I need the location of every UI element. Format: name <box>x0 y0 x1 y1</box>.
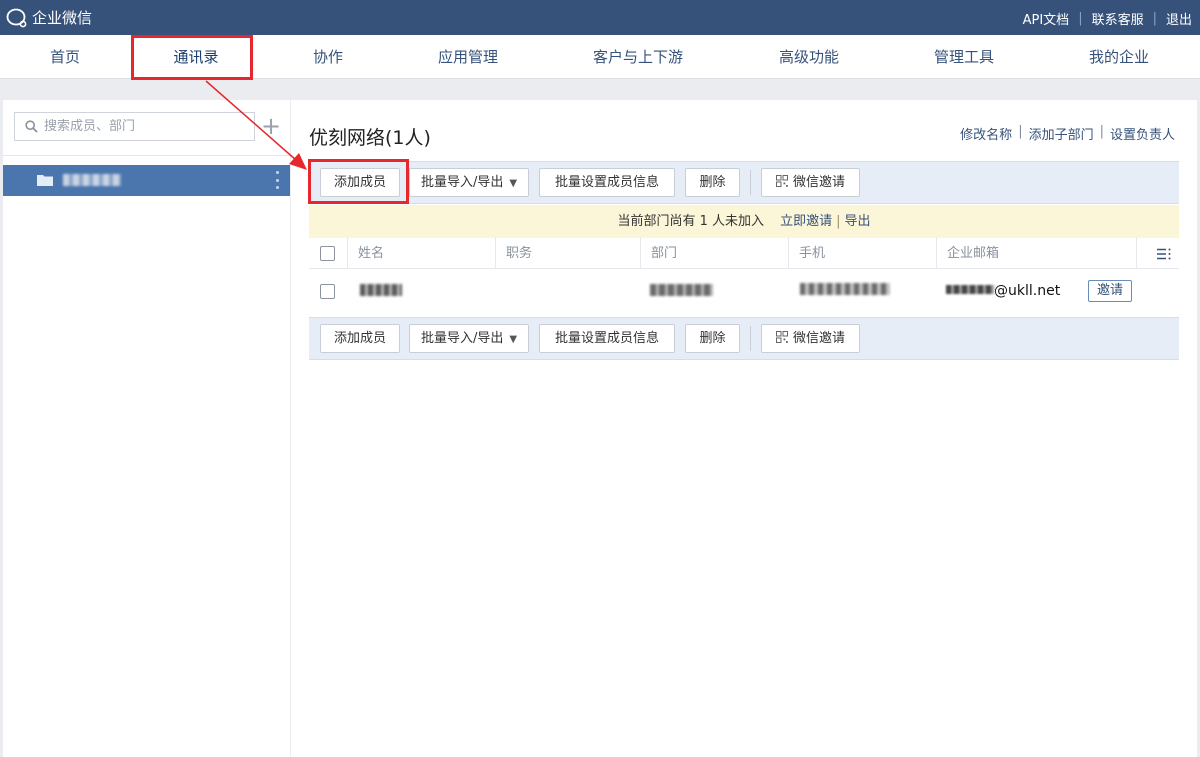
table-row[interactable]: @ukll.net 邀请 <box>309 269 1179 317</box>
nav-my-company[interactable]: 我的企业 <box>1089 35 1149 79</box>
pending-join-notice: 当前部门尚有 1 人未加入 立即邀请 | 导出 <box>309 205 1179 238</box>
top-bar: 企业微信 API文档 | 联系客服 | 退出 <box>0 0 1200 35</box>
wechat-invite-button[interactable]: 微信邀请 <box>761 324 860 353</box>
column-name[interactable]: 姓名 <box>347 238 495 269</box>
column-title[interactable]: 职务 <box>495 238 640 269</box>
top-link-separator: | <box>1078 11 1083 26</box>
nav-admin-tools[interactable]: 管理工具 <box>934 35 994 79</box>
row-checkbox[interactable] <box>320 284 335 299</box>
nav-collaboration[interactable]: 协作 <box>313 35 343 79</box>
member-name-redacted <box>360 284 402 296</box>
invite-button[interactable]: 邀请 <box>1088 280 1132 302</box>
notice-text: 当前部门尚有 1 人未加入 <box>617 214 764 229</box>
more-options-icon[interactable] <box>276 171 280 189</box>
batch-import-export-button[interactable]: 批量导入/导出 ▼ <box>409 324 529 353</box>
top-links: API文档 | 联系客服 | 退出 <box>1023 9 1192 28</box>
column-settings-icon[interactable] <box>1157 248 1171 260</box>
wechat-invite-label: 微信邀请 <box>792 175 845 190</box>
wecom-logo-icon <box>6 8 27 27</box>
nav-app-management[interactable]: 应用管理 <box>438 35 498 79</box>
department-name-redacted <box>63 174 121 186</box>
rename-link[interactable]: 修改名称 <box>960 124 1012 143</box>
api-docs-link[interactable]: API文档 <box>1023 9 1070 28</box>
wechat-invite-label: 微信邀请 <box>792 331 845 346</box>
nav-customers[interactable]: 客户与上下游 <box>593 35 683 79</box>
top-link-separator: | <box>1152 11 1157 26</box>
toolbar-separator <box>750 326 751 351</box>
delete-button[interactable]: 删除 <box>685 168 740 197</box>
select-all-checkbox[interactable] <box>320 246 335 261</box>
batch-set-info-button[interactable]: 批量设置成员信息 <box>539 168 675 197</box>
caret-down-icon: ▼ <box>509 178 518 189</box>
email-domain: @ukll.net <box>994 283 1061 299</box>
logout-link[interactable]: 退出 <box>1166 9 1192 28</box>
qr-code-icon <box>775 331 788 343</box>
toolbar-separator <box>750 170 751 195</box>
column-phone[interactable]: 手机 <box>788 238 936 269</box>
email-user-redacted <box>946 285 994 294</box>
main-content: 优刻网络(1人) 修改名称 | 添加子部门 | 设置负责人 添加成员 批量导入/… <box>291 100 1197 757</box>
action-separator: | <box>1099 124 1104 139</box>
member-toolbar-bottom: 添加成员 批量导入/导出 ▼ 批量设置成员信息 删除 微信邀请 <box>309 317 1179 360</box>
nav-home[interactable]: 首页 <box>50 35 80 79</box>
export-link[interactable]: 导出 <box>845 214 871 229</box>
plus-icon[interactable]: + <box>261 114 281 138</box>
department-actions: 修改名称 | 添加子部门 | 设置负责人 <box>960 124 1175 143</box>
contacts-tab-highlight <box>131 35 253 80</box>
member-toolbar-top: 添加成员 批量导入/导出 ▼ 批量设置成员信息 删除 微信邀请 <box>309 161 1179 204</box>
member-email: @ukll.net <box>946 283 1060 299</box>
sidebar: + <box>3 100 290 757</box>
batch-import-export-label: 批量导入/导出 <box>420 331 504 346</box>
search-icon <box>25 120 38 133</box>
member-phone-redacted <box>800 283 890 295</box>
nav-advanced[interactable]: 高级功能 <box>779 35 839 79</box>
page-title: 优刻网络(1人) <box>309 127 431 149</box>
folder-icon <box>37 175 53 186</box>
action-separator: | <box>1018 124 1023 139</box>
sidebar-divider <box>3 155 290 156</box>
column-department[interactable]: 部门 <box>640 238 788 269</box>
notice-separator: | <box>836 214 841 229</box>
batch-import-export-label: 批量导入/导出 <box>420 175 504 190</box>
column-email[interactable]: 企业邮箱 <box>936 238 1136 269</box>
add-member-button[interactable]: 添加成员 <box>320 324 400 353</box>
add-subdepartment-link[interactable]: 添加子部门 <box>1029 124 1094 143</box>
department-item-selected[interactable] <box>3 165 290 196</box>
caret-down-icon: ▼ <box>509 334 518 345</box>
batch-set-info-button[interactable]: 批量设置成员信息 <box>539 324 675 353</box>
logo-text: 企业微信 <box>32 9 93 27</box>
invite-now-link[interactable]: 立即邀请 <box>780 214 832 229</box>
wechat-invite-button[interactable]: 微信邀请 <box>761 168 860 197</box>
qr-code-icon <box>775 175 788 187</box>
batch-import-export-button[interactable]: 批量导入/导出 ▼ <box>409 168 529 197</box>
delete-button[interactable]: 删除 <box>685 324 740 353</box>
member-department-redacted <box>650 284 713 296</box>
contact-support-link[interactable]: 联系客服 <box>1092 9 1144 28</box>
search-box <box>14 112 255 141</box>
set-leader-link[interactable]: 设置负责人 <box>1110 124 1175 143</box>
logo[interactable]: 企业微信 <box>6 7 92 28</box>
member-table-header: 姓名 职务 部门 手机 企业邮箱 <box>309 238 1179 269</box>
search-input[interactable] <box>44 119 244 134</box>
add-member-highlight <box>308 159 409 204</box>
